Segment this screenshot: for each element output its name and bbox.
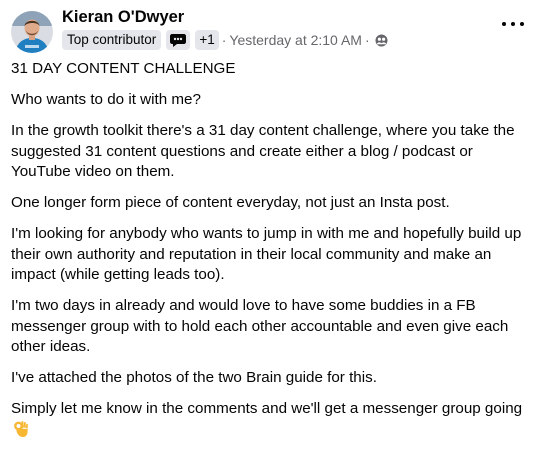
- post-paragraph-last: Simply let me know in the comments and w…: [11, 399, 533, 444]
- post-timestamp[interactable]: Yesterday at 2:10 AM: [229, 32, 362, 48]
- post-body: 31 DAY CONTENT CHALLENGE Who wants to do…: [11, 59, 533, 455]
- post-paragraph: 31 DAY CONTENT CHALLENGE: [11, 60, 236, 77]
- ellipsis-icon: [502, 22, 506, 26]
- author-name[interactable]: Kieran O'Dwyer: [62, 8, 184, 27]
- post-meta: Top contributor +1 · Yesterday at 2:10 A…: [62, 30, 388, 50]
- chat-bubble-icon[interactable]: [166, 30, 191, 50]
- ok-hand-emoji: [13, 420, 30, 445]
- meta-separator: ·: [221, 32, 227, 48]
- top-contributor-badge[interactable]: Top contributor: [62, 30, 162, 50]
- meta-separator: ·: [364, 32, 370, 48]
- post-paragraph: One longer form piece of content everyda…: [11, 194, 450, 211]
- more-options-button[interactable]: [502, 14, 524, 34]
- post-paragraph: I've attached the photos of the two Brai…: [11, 369, 377, 386]
- post-paragraph: I'm looking for anybody who wants to jum…: [11, 225, 522, 283]
- avatar-photo: [11, 11, 53, 53]
- post-paragraph: Who wants to do it with me?: [11, 91, 201, 108]
- more-badges-count[interactable]: +1: [195, 30, 219, 50]
- post-paragraph: I'm two days in already and would love t…: [11, 297, 509, 355]
- post-paragraph: In the growth toolkit there's a 31 day c…: [11, 122, 515, 180]
- post-paragraph-text: Simply let me know in the comments and w…: [11, 400, 523, 417]
- group-icon[interactable]: [375, 34, 388, 47]
- avatar[interactable]: [11, 11, 53, 53]
- post-card: Kieran O'Dwyer Top contributor +1 · Yest…: [0, 0, 540, 437]
